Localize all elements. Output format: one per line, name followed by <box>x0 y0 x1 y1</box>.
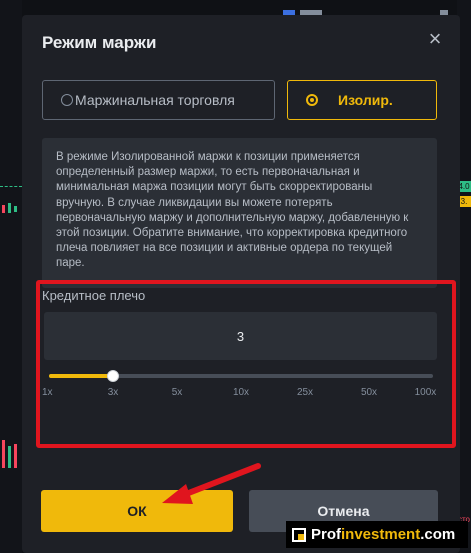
slider-tick-label[interactable]: 100x <box>415 387 437 398</box>
watermark-logo: Prof investment .com <box>286 521 468 548</box>
radio-on-icon <box>306 94 318 106</box>
slider-tick-label[interactable]: 10x <box>233 387 249 398</box>
isolated-margin-label: Изолир. <box>338 92 393 108</box>
logo-icon <box>292 527 306 542</box>
leverage-highlight-frame <box>36 280 456 448</box>
watermark-text-3: .com <box>420 526 456 543</box>
candle <box>8 203 11 213</box>
leverage-input[interactable]: 3 <box>44 312 437 360</box>
ok-button[interactable]: ОК <box>41 490 233 532</box>
watermark-text-2: investment <box>341 526 421 543</box>
close-icon[interactable]: × <box>425 28 445 50</box>
watermark-text-1: Prof <box>311 526 341 543</box>
volume-bar <box>2 440 5 468</box>
chart-background-left <box>0 0 22 553</box>
slider-tick-label[interactable]: 50x <box>361 387 377 398</box>
volume-bar <box>8 446 11 468</box>
cross-margin-option[interactable]: Маржинальная торговля <box>42 80 275 120</box>
slider-tick-label[interactable]: 25x <box>297 387 313 398</box>
leverage-slider[interactable] <box>49 370 433 382</box>
dialog-title: Режим маржи <box>42 33 157 52</box>
slider-tick-label[interactable]: 1x <box>42 387 53 398</box>
price-line <box>0 186 22 187</box>
volume-bar <box>14 444 17 468</box>
leverage-label: Кредитное плечо <box>42 288 146 303</box>
cross-margin-label: Маржинальная торговля <box>75 92 235 108</box>
slider-tick-label[interactable]: 5x <box>172 387 183 398</box>
slider-fill <box>49 374 114 378</box>
candle <box>2 205 5 213</box>
slider-tick-label[interactable]: 3x <box>108 387 119 398</box>
isolated-margin-option[interactable]: Изолир. <box>287 80 437 120</box>
candle <box>14 206 17 212</box>
radio-off-icon <box>61 94 73 106</box>
margin-info-text: В режиме Изолированной маржи к позиции п… <box>42 138 437 288</box>
margin-mode-dialog: Режим маржи × Маржинальная торговля Изол… <box>22 15 460 553</box>
